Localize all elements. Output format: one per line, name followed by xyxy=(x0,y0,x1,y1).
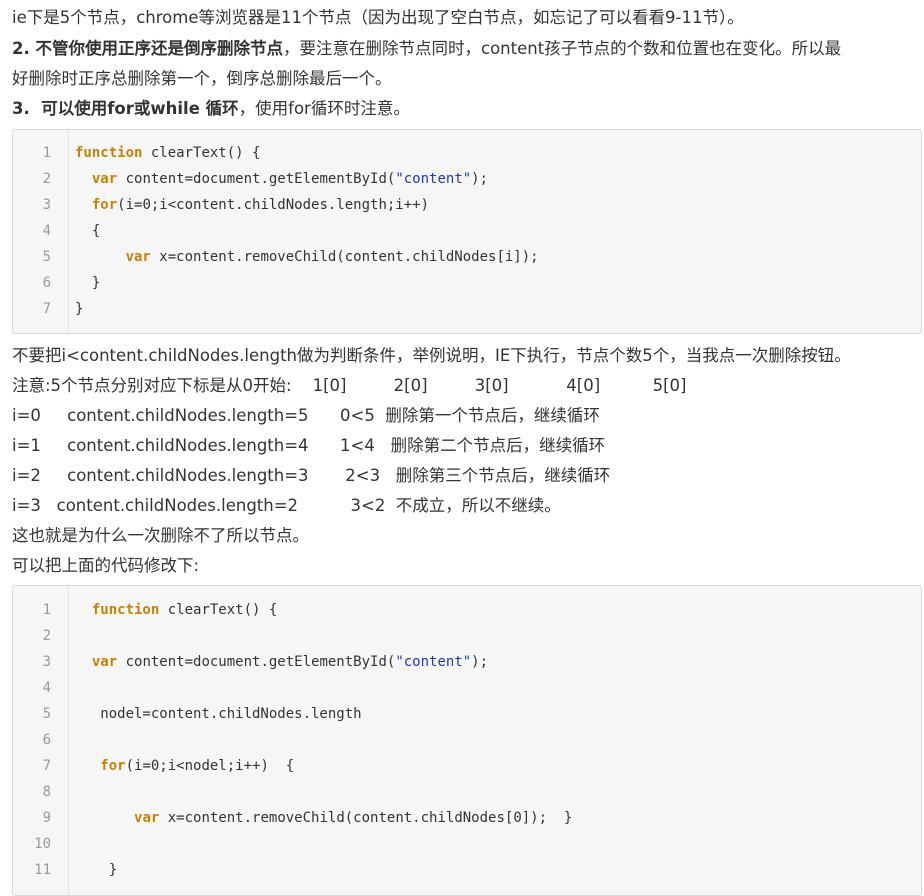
code-string: "content" xyxy=(395,171,472,187)
code-keyword: var xyxy=(134,810,160,826)
point-3-heading: 3. 可以使用for或while 循环 xyxy=(12,99,239,118)
code-token: x=content.removeChild(content.childNodes… xyxy=(150,249,539,265)
code-token: x=content.removeChild(content.childNodes… xyxy=(159,810,573,826)
code-line: 1 function clearText() { xyxy=(13,140,921,166)
code-text: var x=content.removeChild(content.childN… xyxy=(75,244,539,270)
point-3-line: 3. 可以使用for或while 循环，使用for循环时注意。 xyxy=(12,99,410,119)
line-number: 1 xyxy=(42,602,51,618)
code-line: 2 xyxy=(13,623,921,649)
code-token: (i=0;i<nodel;i++) { xyxy=(125,758,295,774)
code-line: 5 nodel=content.childNodes.length xyxy=(13,701,921,727)
code-token: nodel=content.childNodes.length xyxy=(75,706,362,722)
explain-line-7: 这也就是为什么一次删除不了所以节点。 xyxy=(12,526,309,545)
code-keyword: var xyxy=(91,654,118,670)
code-string: "content" xyxy=(395,654,472,670)
line-number: 2 xyxy=(42,628,51,644)
code-line: 8 xyxy=(13,779,921,805)
code-text: } xyxy=(75,857,117,883)
line-number: 9 xyxy=(42,810,51,826)
code-text: var content=document.getElementById("con… xyxy=(75,166,488,192)
line-number: 5 xyxy=(42,249,51,265)
line-number: 8 xyxy=(42,784,51,800)
code-line: 5 var x=content.removeChild(content.chil… xyxy=(13,244,921,270)
line-number: 4 xyxy=(42,680,51,696)
point-3-text: ，使用for循环时注意。 xyxy=(238,99,410,118)
code-token: } xyxy=(75,275,101,291)
point-2-line-1: 2. 不管你使用正序还是倒序删除节点，要注意在删除节点同时，content孩子节… xyxy=(12,39,841,59)
code-token: { xyxy=(75,223,101,239)
line-number: 7 xyxy=(42,301,51,317)
line-number: 5 xyxy=(42,706,51,722)
code-block-1: 1 function clearText() {2 var content=doc… xyxy=(12,129,922,334)
explain-line-1: 不要把i<content.childNodes.length做为判断条件，举例说… xyxy=(12,346,851,365)
code-text: nodel=content.childNodes.length xyxy=(75,701,362,727)
code-line: 1 function clearText() { xyxy=(13,597,921,623)
code-line: 4 { xyxy=(13,218,921,244)
explain-line-4: i=1 content.childNodes.length=4 1<4 删除第二… xyxy=(12,436,606,455)
point-2-line-2: 好删除时正序总删除第一个，倒序总删除最后一个。 xyxy=(12,69,392,88)
code-text: function clearText() { xyxy=(75,140,260,166)
line-number: 6 xyxy=(42,275,51,291)
explain-line-8: 可以把上面的代码修改下: xyxy=(12,556,200,575)
code-token: content=document.getElementById( xyxy=(117,171,396,187)
line-number: 7 xyxy=(42,758,51,774)
code-line: 10 xyxy=(13,831,921,857)
code-text: { xyxy=(75,218,100,244)
line-number: 1 xyxy=(42,145,51,161)
code-block-2: 1 function clearText() { 2 3 var content=d… xyxy=(12,585,922,896)
code-line: 7 for(i=0;i<nodel;i++) { xyxy=(13,753,921,779)
line-number: 10 xyxy=(34,836,51,852)
code-token: } xyxy=(75,862,118,878)
code-token: } xyxy=(75,301,84,317)
code-token: ); xyxy=(471,171,489,187)
line-number: 6 xyxy=(42,732,51,748)
code-line: 3 var content=document.getElementById("c… xyxy=(13,649,921,675)
point-2-heading: 2. 不管你使用正序还是倒序删除节点 xyxy=(12,39,283,58)
line-number: 2 xyxy=(42,171,51,187)
code-token: clearText() { xyxy=(142,145,261,161)
explain-line-2: 注意:5个节点分别对应下标是从0开始: 1[0] 2[0] 3[0] 4[0] … xyxy=(12,376,687,395)
code-keyword: function xyxy=(91,602,160,618)
code-line: 11 } xyxy=(13,857,921,883)
explain-line-3: i=0 content.childNodes.length=5 0<5 删除第一… xyxy=(12,406,600,425)
code-text: } xyxy=(75,270,100,296)
code-keyword: var xyxy=(91,171,118,187)
code-text: for(i=0;i<nodel;i++) { xyxy=(75,753,294,779)
code-token: (i=0;i<content.childNodes.length;i++) xyxy=(117,197,430,213)
code-line: 7} xyxy=(13,296,921,322)
code-text: function clearText() { xyxy=(75,597,277,623)
code-line: 3 for(i=0;i<content.childNodes.length;i+… xyxy=(13,192,921,218)
intro-text: ie下是5个节点，chrome等浏览器是11个节点（因为出现了空白节点，如忘记了… xyxy=(12,8,744,27)
line-number: 4 xyxy=(42,223,51,239)
line-number: 3 xyxy=(42,654,51,670)
line-number: 3 xyxy=(42,197,51,213)
point-2-text: ，要注意在删除节点同时，content孩子节点的个数和位置也在变化。所以最 xyxy=(283,39,842,58)
code-text: for(i=0;i<content.childNodes.length;i++) xyxy=(75,192,429,218)
code-token: ); xyxy=(471,654,489,670)
code-token: clearText() { xyxy=(159,602,278,618)
code-text: } xyxy=(75,296,83,322)
code-token: content=document.getElementById( xyxy=(117,654,396,670)
code-keyword: function xyxy=(75,145,143,161)
code-line: 9 var x=content.removeChild(content.chil… xyxy=(13,805,921,831)
code-text: var content=document.getElementById("con… xyxy=(75,649,488,675)
explain-line-5: i=2 content.childNodes.length=3 2<3 删除第三… xyxy=(12,466,611,485)
code-keyword: var xyxy=(125,249,151,265)
code-line: 4 xyxy=(13,675,921,701)
code-keyword: for xyxy=(91,197,118,213)
line-number: 11 xyxy=(34,862,51,878)
code-text: var x=content.removeChild(content.childN… xyxy=(75,805,572,831)
code-line: 6 } xyxy=(13,270,921,296)
explain-line-6: i=3 content.childNodes.length=2 3<2 不成立，… xyxy=(12,496,561,515)
code-line: 2 var content=document.getElementById("c… xyxy=(13,166,921,192)
code-keyword: for xyxy=(100,758,126,774)
code-line: 6 xyxy=(13,727,921,753)
